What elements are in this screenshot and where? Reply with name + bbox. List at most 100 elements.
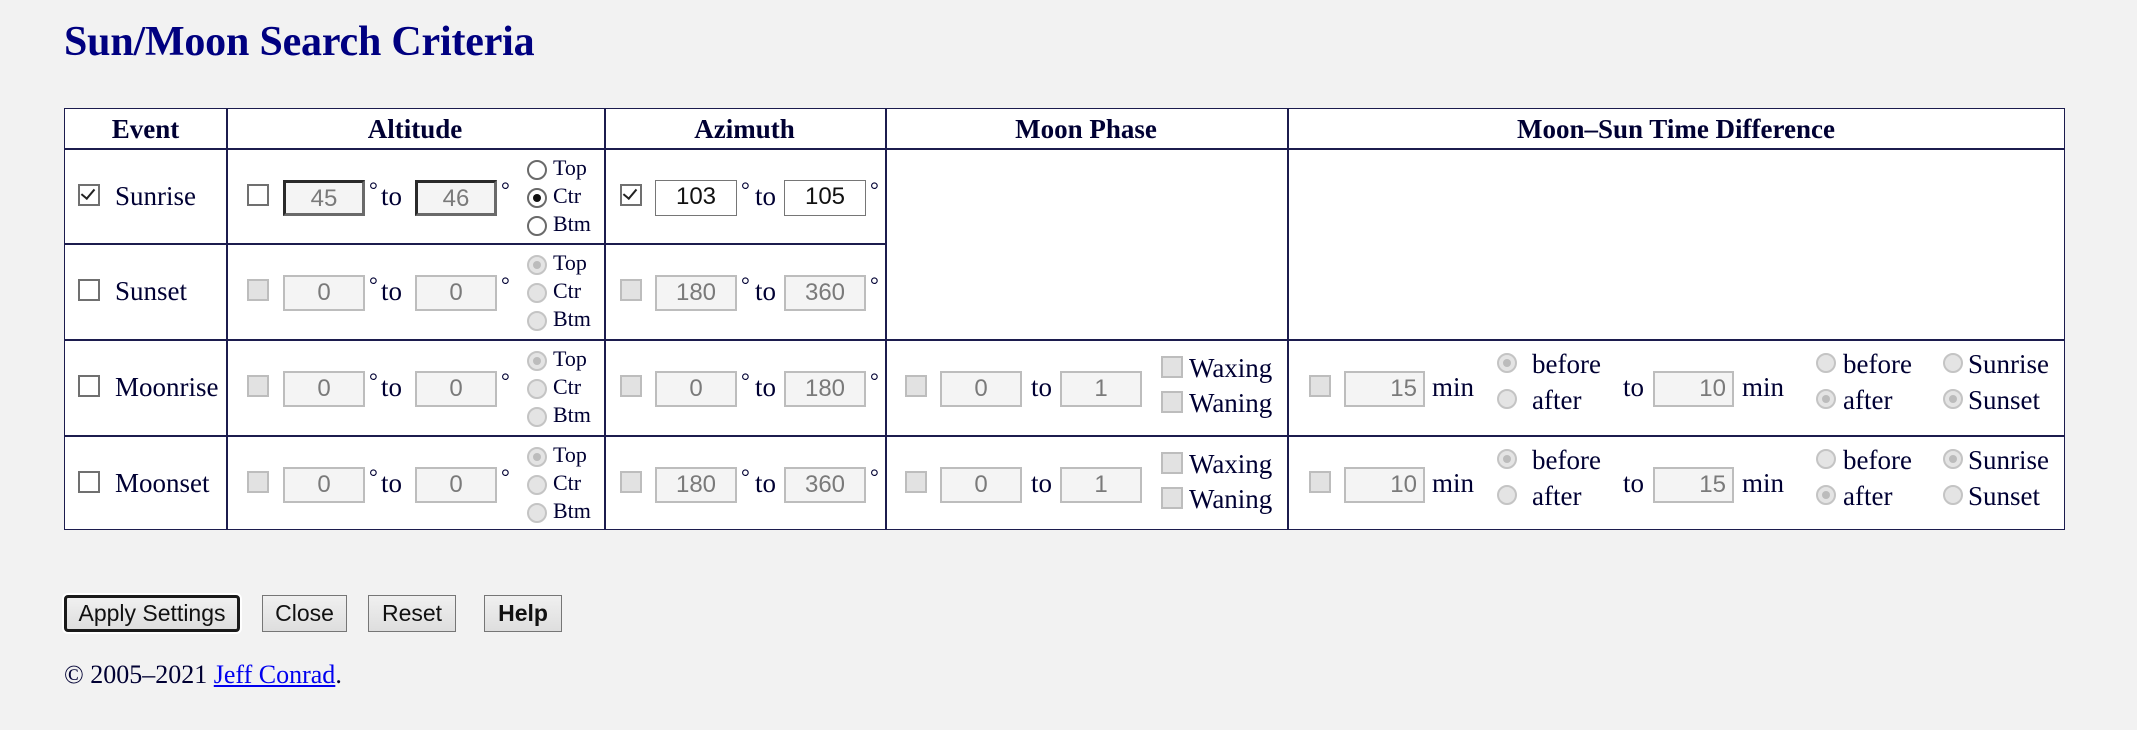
- degree-symbol: °: [870, 177, 879, 202]
- altitude-limb-radio-top[interactable]: [527, 255, 547, 275]
- close-button[interactable]: Close: [262, 595, 347, 632]
- radio-dot-icon: [1503, 359, 1511, 367]
- radio-dot-icon: [533, 194, 541, 202]
- moon-phase-enable-checkbox[interactable]: [905, 375, 927, 397]
- sun-event-sunrise-radio[interactable]: [1943, 449, 1963, 469]
- event-checkbox-moonset[interactable]: [78, 471, 100, 493]
- moon-phase-enable-checkbox[interactable]: [905, 471, 927, 493]
- sun-event-sunset-radio[interactable]: [1943, 485, 1963, 505]
- degree-symbol: °: [501, 368, 510, 393]
- to-label: to: [1623, 372, 1645, 402]
- azimuth-enable-checkbox[interactable]: [620, 184, 642, 206]
- altitude-from-input[interactable]: 0: [283, 371, 365, 407]
- altitude-limb-radio-top[interactable]: [527, 351, 547, 371]
- header-time-difference: Moon–Sun Time Difference: [1517, 114, 1835, 144]
- min-label: min: [1432, 372, 1475, 402]
- to-label: to: [381, 276, 403, 306]
- azimuth-enable-checkbox[interactable]: [620, 375, 642, 397]
- altitude-to-input[interactable]: 46: [415, 180, 497, 216]
- altitude-limb-label-btm: Btm: [553, 498, 591, 523]
- azimuth-to-input[interactable]: 360: [784, 275, 866, 311]
- event-label: Sunrise: [115, 181, 196, 211]
- altitude-to-input[interactable]: 0: [415, 467, 497, 503]
- altitude-limb-radio-btm[interactable]: [527, 503, 547, 523]
- azimuth-from-input[interactable]: 103: [655, 180, 737, 216]
- sun-event-sunrise-radio[interactable]: [1943, 353, 1963, 373]
- altitude-limb-radio-btm[interactable]: [527, 407, 547, 427]
- altitude-limb-label-btm: Btm: [553, 402, 591, 427]
- waning-checkbox[interactable]: [1161, 391, 1183, 413]
- event-checkbox-moonrise[interactable]: [78, 375, 100, 397]
- altitude-limb-radio-ctr[interactable]: [527, 283, 547, 303]
- moon-phase-from-input[interactable]: 0: [940, 371, 1022, 407]
- from-before-radio[interactable]: [1497, 353, 1517, 373]
- altitude-limb-radio-ctr[interactable]: [527, 188, 547, 208]
- azimuth-to-input[interactable]: 105: [784, 180, 866, 216]
- moon-phase-from-input[interactable]: 0: [940, 467, 1022, 503]
- to-before-radio[interactable]: [1816, 449, 1836, 469]
- azimuth-enable-checkbox[interactable]: [620, 279, 642, 301]
- to-label: to: [1031, 468, 1053, 498]
- time-diff-enable-checkbox[interactable]: [1309, 375, 1331, 397]
- time-diff-enable-checkbox[interactable]: [1309, 471, 1331, 493]
- altitude-limb-label-btm: Btm: [553, 306, 591, 331]
- altitude-to-input[interactable]: 0: [415, 275, 497, 311]
- waning-checkbox[interactable]: [1161, 487, 1183, 509]
- checkmark-icon: [622, 184, 638, 201]
- altitude-limb-radio-btm[interactable]: [527, 311, 547, 331]
- time-diff-from-input[interactable]: 15: [1344, 371, 1425, 407]
- apply-settings-button[interactable]: Apply Settings: [64, 595, 240, 632]
- altitude-to-input[interactable]: 0: [415, 371, 497, 407]
- degree-symbol: °: [870, 368, 879, 393]
- sun-event-sunset-radio[interactable]: [1943, 389, 1963, 409]
- altitude-enable-checkbox[interactable]: [247, 184, 269, 206]
- altitude-enable-checkbox[interactable]: [247, 279, 269, 301]
- to-after-radio[interactable]: [1816, 389, 1836, 409]
- altitude-from-input[interactable]: 0: [283, 467, 365, 503]
- altitude-limb-radio-btm[interactable]: [527, 216, 547, 236]
- help-button[interactable]: Help: [484, 595, 562, 632]
- from-after-radio[interactable]: [1497, 485, 1517, 505]
- column-divider: [1287, 109, 1289, 529]
- column-divider: [885, 109, 887, 529]
- to-before-radio[interactable]: [1816, 353, 1836, 373]
- altitude-from-input[interactable]: 45: [283, 180, 365, 216]
- azimuth-to-input[interactable]: 180: [784, 371, 866, 407]
- from-after-radio[interactable]: [1497, 389, 1517, 409]
- altitude-limb-radio-top[interactable]: [527, 447, 547, 467]
- reset-button[interactable]: Reset: [368, 595, 456, 632]
- radio-dot-icon: [1822, 395, 1830, 403]
- altitude-limb-radio-ctr[interactable]: [527, 475, 547, 495]
- altitude-from-input[interactable]: 0: [283, 275, 365, 311]
- to-after-radio[interactable]: [1816, 485, 1836, 505]
- azimuth-enable-checkbox[interactable]: [620, 471, 642, 493]
- moon-phase-to-input[interactable]: 1: [1060, 371, 1142, 407]
- azimuth-from-input[interactable]: 180: [655, 275, 737, 311]
- waxing-checkbox[interactable]: [1161, 452, 1183, 474]
- degree-symbol: °: [870, 272, 879, 297]
- author-link[interactable]: Jeff Conrad: [214, 660, 336, 689]
- waxing-checkbox[interactable]: [1161, 356, 1183, 378]
- azimuth-to-input[interactable]: 360: [784, 467, 866, 503]
- azimuth-from-input[interactable]: 0: [655, 371, 737, 407]
- altitude-enable-checkbox[interactable]: [247, 375, 269, 397]
- radio-dot-icon: [533, 453, 541, 461]
- altitude-enable-checkbox[interactable]: [247, 471, 269, 493]
- event-label: Moonrise: [115, 372, 219, 402]
- altitude-limb-radio-top[interactable]: [527, 160, 547, 180]
- radio-dot-icon: [1503, 455, 1511, 463]
- time-diff-to-input[interactable]: 10: [1653, 371, 1734, 407]
- altitude-limb-radio-ctr[interactable]: [527, 379, 547, 399]
- altitude-limb-label-btm: Btm: [553, 211, 591, 236]
- event-checkbox-sunset[interactable]: [78, 279, 100, 301]
- row-divider: [65, 435, 2064, 437]
- degree-symbol: °: [369, 177, 378, 202]
- time-diff-from-input[interactable]: 10: [1344, 467, 1425, 503]
- time-diff-to-input[interactable]: 15: [1653, 467, 1734, 503]
- header-altitude: Altitude: [367, 114, 463, 144]
- moon-phase-to-input[interactable]: 1: [1060, 467, 1142, 503]
- event-checkbox-sunrise[interactable]: [78, 184, 100, 206]
- azimuth-from-input[interactable]: 180: [655, 467, 737, 503]
- from-before-radio[interactable]: [1497, 449, 1517, 469]
- altitude-limb-label-top: Top: [553, 346, 587, 371]
